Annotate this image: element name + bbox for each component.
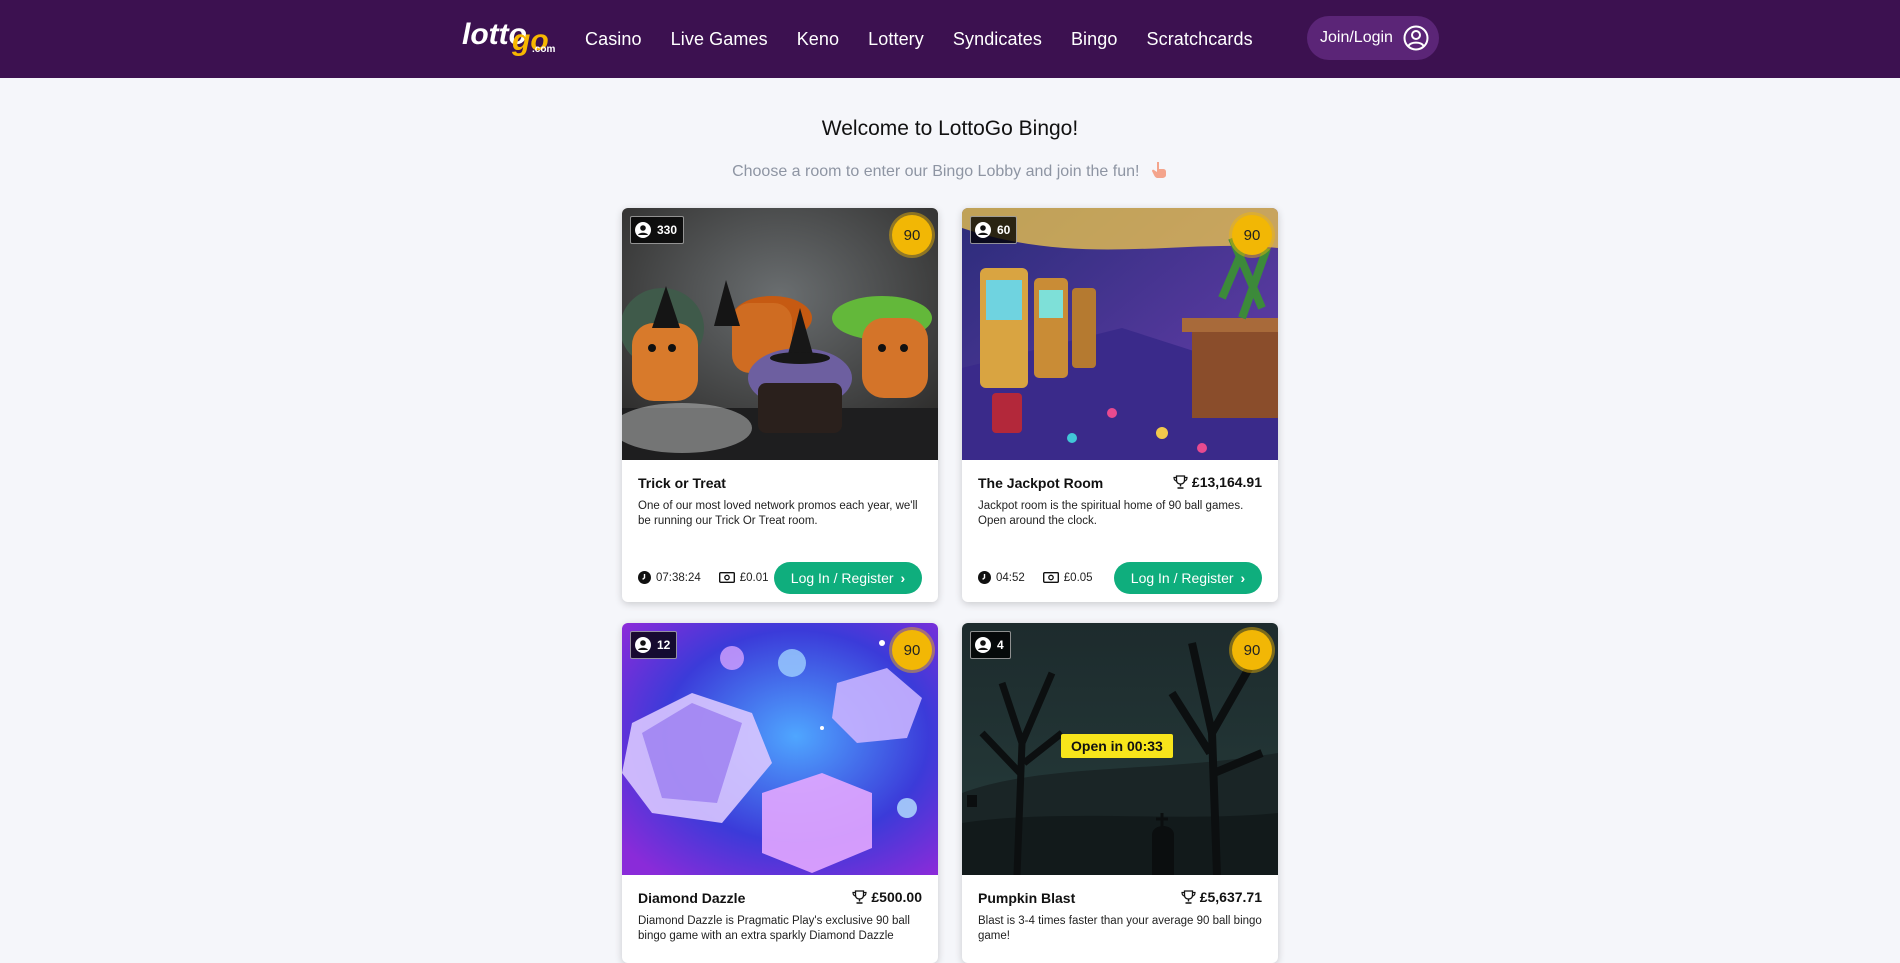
user-icon [975, 637, 991, 653]
user-icon [975, 222, 991, 238]
player-count-badge: 330 [630, 216, 685, 244]
trophy-icon [852, 890, 867, 904]
main-nav: Casino Live Games Keno Lottery Syndicate… [585, 0, 1282, 78]
nav-syndicates[interactable]: Syndicates [953, 29, 1042, 50]
join-login-label: Join/Login [1320, 29, 1393, 46]
room-title: Diamond Dazzle [638, 890, 746, 906]
player-count-badge: 4 [970, 631, 1011, 659]
nav-casino[interactable]: Casino [585, 29, 642, 50]
login-register-button[interactable]: Log In / Register › [774, 562, 922, 594]
room-image-diamond-dazzle[interactable] [622, 623, 938, 875]
ticket-price: £0.01 [718, 571, 769, 584]
jackpot-value: £13,164.91 [1191, 474, 1262, 490]
nav-keno[interactable]: Keno [797, 29, 839, 50]
room-card-pumpkin-blast: Open in 00:33 4 90 Pumpkin Blast £5,637.… [962, 623, 1278, 963]
ball-type-badge: 90 [892, 630, 932, 670]
ball-type-badge: 90 [892, 215, 932, 255]
login-register-button[interactable]: Log In / Register › [1114, 562, 1262, 594]
next-game-timer: 04:52 [996, 571, 1025, 584]
room-image-jackpot-room[interactable] [962, 208, 1278, 460]
room-image-trick-or-treat[interactable] [622, 208, 938, 460]
user-icon [635, 637, 651, 653]
jackpot-amount: £500.00 [852, 889, 922, 905]
chevron-right-icon: › [900, 570, 906, 586]
ticket-price-value: £0.05 [1063, 571, 1093, 584]
ticket-price: £0.05 [1042, 571, 1093, 584]
room-title: The Jackpot Room [978, 475, 1104, 491]
clock-icon [978, 571, 991, 584]
login-register-label: Log In / Register [1130, 570, 1234, 586]
room-title: Trick or Treat [638, 475, 726, 491]
ticket-price-value: £0.01 [739, 571, 769, 584]
user-icon [635, 222, 651, 238]
next-game-timer: 07:38:24 [656, 571, 701, 584]
player-count: 60 [997, 223, 1011, 237]
pointing-hand-icon [1151, 162, 1166, 178]
player-count: 4 [997, 638, 1004, 652]
top-header: lotto go .com Casino Live Games Keno Lot… [0, 0, 1900, 78]
player-count: 12 [657, 638, 671, 652]
login-register-label: Log In / Register [790, 570, 894, 586]
ball-type-badge: 90 [1232, 215, 1272, 255]
player-count-badge: 60 [970, 216, 1018, 244]
nav-scratchcards[interactable]: Scratchcards [1146, 29, 1252, 50]
jackpot-value: £5,637.71 [1199, 889, 1262, 905]
open-countdown-badge: Open in 00:33 [1061, 734, 1173, 758]
user-account-icon [1403, 25, 1429, 51]
room-meta: 07:38:24 £0.01 [638, 571, 769, 584]
join-login-button[interactable]: Join/Login [1307, 16, 1439, 60]
page-subtitle: Choose a room to enter our Bingo Lobby a… [0, 161, 1900, 181]
nav-live-games[interactable]: Live Games [671, 29, 768, 50]
trophy-icon [1181, 890, 1196, 904]
room-description: Blast is 3-4 times faster than your aver… [978, 915, 1262, 942]
cash-icon [1042, 572, 1059, 583]
room-description: One of our most loved network promos eac… [638, 500, 918, 527]
cash-icon [718, 572, 735, 583]
room-card-trick-or-treat: 330 90 Trick or Treat One of our most lo… [622, 208, 938, 602]
trophy-icon [1173, 475, 1188, 489]
svg-text:.com: .com [532, 44, 555, 55]
page-title: Welcome to LottoGo Bingo! [821, 117, 1079, 140]
room-card-jackpot-room: 60 90 The Jackpot Room £13,164.91 Jackpo… [962, 208, 1278, 602]
clock-icon [638, 571, 651, 584]
subtitle-text: Choose a room to enter our Bingo Lobby a… [732, 163, 1140, 180]
nav-bingo[interactable]: Bingo [1071, 29, 1118, 50]
room-description: Jackpot room is the spiritual home of 90… [978, 500, 1244, 527]
player-count-badge: 12 [630, 631, 678, 659]
nav-lottery[interactable]: Lottery [868, 29, 924, 50]
room-card-diamond-dazzle: 12 90 Diamond Dazzle £500.00 Diamond Daz… [622, 623, 938, 963]
room-title: Pumpkin Blast [978, 890, 1076, 906]
jackpot-value: £500.00 [871, 889, 922, 905]
lottogo-logo[interactable]: lotto go .com [462, 14, 562, 60]
jackpot-amount: £13,164.91 [1173, 474, 1262, 490]
player-count: 330 [657, 223, 678, 237]
room-meta: 04:52 £0.05 [978, 571, 1093, 584]
ball-type-badge: 90 [1232, 630, 1272, 670]
room-description: Diamond Dazzle is Pragmatic Play's exclu… [638, 915, 910, 942]
jackpot-amount: £5,637.71 [1181, 889, 1262, 905]
chevron-right-icon: › [1240, 570, 1246, 586]
